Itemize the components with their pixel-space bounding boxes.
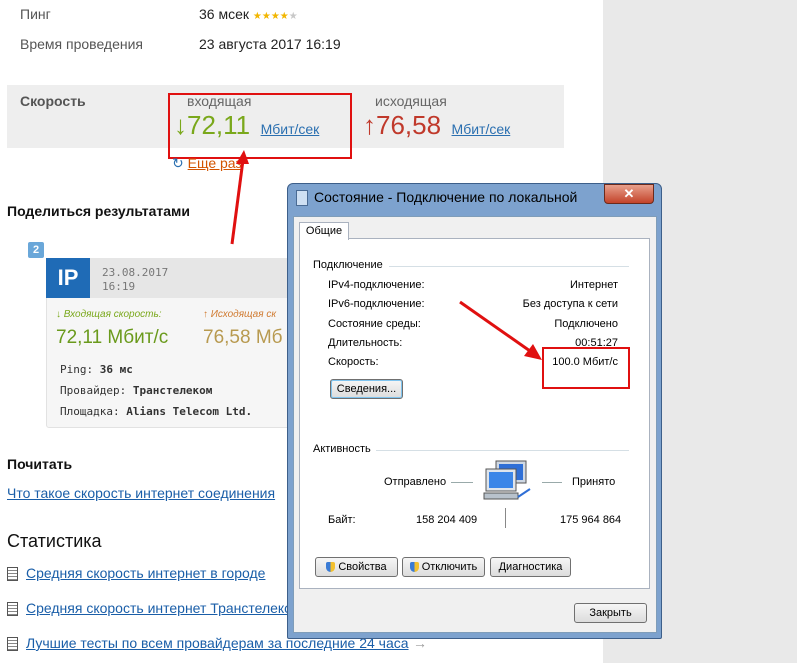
ipv4-value: Интернет bbox=[570, 279, 618, 291]
dialog-title: Состояние - Подключение по локальной bbox=[314, 189, 578, 205]
stats-link-city[interactable]: Средняя скорость интернет в городе bbox=[26, 565, 265, 581]
annotation-box-incoming bbox=[168, 93, 352, 159]
disconnect-label: Отключить bbox=[421, 561, 478, 573]
details-button[interactable]: Сведения... bbox=[330, 379, 403, 399]
outgoing-caption: исходящая bbox=[375, 93, 447, 109]
sent-line bbox=[451, 482, 473, 483]
card-site: Площадка: Alians Telecom Ltd. bbox=[60, 405, 252, 418]
received-line bbox=[542, 482, 562, 483]
connection-group-label: Подключение bbox=[313, 259, 383, 271]
table-icon bbox=[7, 601, 18, 616]
table-icon bbox=[7, 636, 18, 651]
network-icon bbox=[296, 190, 308, 206]
activity-group-label: Активность bbox=[313, 443, 371, 455]
card-provider: Провайдер: Транстелеком bbox=[60, 384, 212, 397]
card-in-caption: ↓ Входящая скорость: bbox=[56, 309, 162, 320]
read-link[interactable]: Что такое скорость интернет соединения bbox=[7, 485, 275, 501]
duration-label: Длительность: bbox=[328, 337, 403, 349]
card-ping: Ping: 36 мс bbox=[60, 363, 133, 376]
card-site-value: Alians Telecom Ltd. bbox=[126, 405, 253, 418]
star-empty-icon: ★ bbox=[288, 11, 298, 22]
outgoing-speed: ↑76,58 Мбит/сек bbox=[363, 110, 510, 141]
share-badge[interactable]: 2 bbox=[28, 242, 44, 258]
annotation-arrow-left bbox=[230, 150, 249, 245]
card-ping-label: Ping: bbox=[60, 363, 94, 376]
stats-item[interactable]: Средняя скорость интернет Транстелеком bbox=[7, 600, 302, 618]
outgoing-value: 76,58 bbox=[376, 110, 442, 140]
read-title: Почитать bbox=[7, 456, 73, 472]
card-in-value: 72,11 Мбит/с bbox=[56, 327, 169, 348]
card-site-label: Площадка: bbox=[60, 405, 120, 418]
stats-link-provider[interactable]: Средняя скорость интернет Транстелеком bbox=[26, 600, 302, 616]
ipv4-label: IPv4-подключение: bbox=[328, 279, 425, 291]
sent-label: Отправлено bbox=[384, 476, 447, 488]
bytes-sent: 158 204 409 bbox=[416, 514, 478, 526]
ipv6-label: IPv6-подключение: bbox=[328, 298, 425, 310]
speed-label: Скорость: bbox=[328, 356, 379, 368]
card-provider-value: Транстелеком bbox=[132, 384, 213, 397]
card-out-value: 76,58 Мб bbox=[203, 327, 283, 348]
time-value: 23 августа 2017 16:19 bbox=[199, 36, 341, 52]
network-computers-icon bbox=[483, 460, 531, 500]
time-label: Время проведения bbox=[20, 36, 144, 52]
ping-label: Пинг bbox=[20, 6, 51, 22]
share-title: Поделиться результатами bbox=[7, 203, 190, 219]
diagnostics-button[interactable]: Диагностика bbox=[490, 557, 571, 577]
speed-title: Скорость bbox=[20, 93, 86, 109]
card-ping-value: 36 мс bbox=[99, 363, 133, 376]
up-arrow-icon: ↑ bbox=[363, 110, 376, 140]
rating-stars: ★★★★★ bbox=[253, 11, 298, 22]
close-icon[interactable]: ✕ bbox=[604, 184, 654, 204]
disconnect-button[interactable]: Отключить bbox=[402, 557, 485, 577]
media-state-label: Состояние среды: bbox=[328, 318, 421, 330]
annotation-arrow-right bbox=[459, 300, 542, 360]
refresh-icon: ↻ bbox=[172, 155, 184, 171]
activity-divider bbox=[376, 450, 629, 451]
annotation-box-speed bbox=[542, 347, 630, 389]
shield-icon bbox=[326, 562, 336, 573]
ping-value-text: 36 мсек bbox=[199, 6, 249, 22]
close-button[interactable]: Закрыть bbox=[574, 603, 647, 623]
bytes-received: 175 964 864 bbox=[560, 514, 622, 526]
star-icon: ★★★★ bbox=[252, 11, 289, 22]
table-icon bbox=[7, 566, 18, 581]
card-provider-label: Провайдер: bbox=[60, 384, 127, 397]
received-label: Принято bbox=[572, 476, 616, 488]
stats-title: Статистика bbox=[7, 531, 102, 551]
outgoing-unit[interactable]: Мбит/сек bbox=[452, 121, 511, 137]
ip-logo: IP bbox=[46, 258, 90, 298]
card-time: 16:19 bbox=[102, 280, 136, 293]
bytes-divider bbox=[505, 508, 506, 528]
connection-divider bbox=[389, 266, 629, 267]
card-out-caption: ↑ Исходящая ск bbox=[203, 309, 277, 320]
card-date: 23.08.2017 bbox=[102, 266, 169, 279]
tab-general[interactable]: Общие bbox=[299, 222, 349, 240]
ping-value: 36 мсек ★★★★★ bbox=[199, 6, 298, 22]
bytes-label: Байт: bbox=[328, 514, 356, 526]
shield-icon bbox=[409, 562, 419, 573]
properties-label: Свойства bbox=[338, 561, 387, 573]
stats-item[interactable]: Средняя скорость интернет в городе bbox=[7, 565, 265, 583]
properties-button[interactable]: Свойства bbox=[315, 557, 398, 577]
